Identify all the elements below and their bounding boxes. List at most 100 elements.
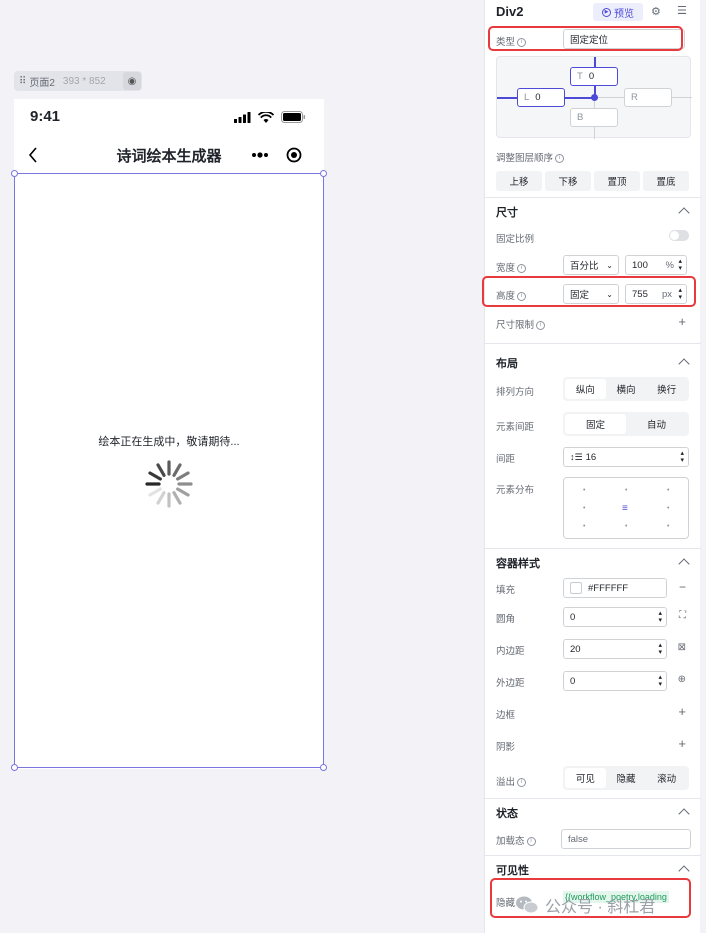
right-offset-input[interactable]: R — [624, 88, 672, 107]
spinner-ray — [176, 471, 190, 481]
wifi-icon — [258, 111, 274, 123]
direction-wrap[interactable]: 换行 — [646, 379, 687, 399]
stepper-icon: ▴ ▾ — [658, 674, 662, 688]
width-mode-select[interactable]: 百分比 ⌄ — [563, 255, 619, 275]
collapse-panel-icon[interactable]: ☰ — [677, 4, 687, 17]
status-time: 9:41 — [30, 108, 61, 125]
wechat-logo-icon — [516, 896, 539, 914]
info-icon: i — [517, 37, 527, 47]
gap-label: 间距 — [496, 454, 516, 465]
fixed-ratio-label: 固定比例 — [496, 234, 535, 245]
distribution-grid[interactable]: • • • • ≡ • • • • — [563, 477, 689, 539]
preview-eye-icon[interactable]: ◉ — [123, 72, 141, 90]
bottom-offset-input[interactable]: B — [570, 108, 618, 127]
height-value-input[interactable]: 755 px ▴ ▾ — [625, 284, 687, 304]
radius-input[interactable]: 0 ▴ ▾ — [563, 607, 667, 627]
fixed-ratio-toggle[interactable] — [669, 230, 689, 241]
collapse-visibility-icon[interactable] — [678, 865, 690, 877]
watermark: 公众号 · 斜杠君 — [515, 893, 655, 917]
component-title: Div2 — [496, 4, 524, 19]
watermark-text: 公众号 · 斜杠君 — [545, 899, 656, 916]
distribution-label: 元素分布 — [496, 485, 535, 496]
overflow-label: 溢出 i — [496, 774, 527, 788]
type-select[interactable]: 固定定位 — [563, 29, 685, 49]
margin-input[interactable]: 0 ▴ ▾ — [563, 671, 667, 691]
spinner-ray — [156, 491, 166, 505]
size-limit-label: 尺寸限制 i — [496, 317, 546, 331]
bring-to-front-button[interactable]: 置顶 — [594, 171, 640, 191]
border-label: 边框 — [496, 710, 516, 721]
type-label: 类型 i — [496, 34, 527, 48]
send-to-back-button[interactable]: 置底 — [643, 171, 689, 191]
move-down-button[interactable]: 下移 — [545, 171, 591, 191]
properties-panel: Div2 ▶ 预览 ⚙ ☰ 类型 i 固定定位 T0 L0 R B 调整图层顺序 i… — [482, 0, 701, 933]
preview-label: 预览 — [614, 8, 634, 20]
margin-label: 外边距 — [496, 678, 525, 689]
settings-gear-icon[interactable]: ⚙ — [651, 5, 661, 18]
margin-sides-icon[interactable]: ⊕ — [678, 674, 686, 685]
overflow-scroll[interactable]: 滚动 — [646, 768, 687, 788]
page-name: 页面2 — [29, 77, 55, 89]
collapse-layout-icon[interactable] — [678, 358, 690, 370]
padding-label: 内边距 — [496, 646, 525, 657]
direction-vertical[interactable]: 纵向 — [565, 379, 606, 399]
resize-handle-tl[interactable] — [11, 170, 18, 177]
add-size-limit-icon[interactable]: + — [678, 314, 686, 329]
add-border-icon[interactable]: + — [678, 704, 686, 719]
padding-input[interactable]: 20 ▴ ▾ — [563, 639, 667, 659]
height-mode-select[interactable]: 固定 ⌄ — [563, 284, 619, 304]
chevron-down-icon: ⌄ — [606, 289, 613, 299]
collapse-size-icon[interactable] — [678, 207, 690, 219]
resize-handle-bl[interactable] — [11, 764, 18, 771]
left-offset-input[interactable]: L0 — [517, 88, 565, 107]
more-dots-icon[interactable] — [251, 152, 269, 158]
direction-segment: 纵向 横向 换行 — [563, 377, 689, 401]
direction-horizontal[interactable]: 横向 — [606, 379, 647, 399]
page-size: 393 * 852 — [62, 75, 106, 87]
preview-button[interactable]: ▶ 预览 — [593, 3, 643, 21]
add-shadow-icon[interactable]: + — [678, 736, 686, 751]
size-section-title: 尺寸 — [496, 207, 518, 219]
container-section-title: 容器样式 — [496, 558, 540, 570]
remove-fill-icon[interactable]: − — [679, 580, 686, 594]
collapse-state-icon[interactable] — [678, 808, 690, 820]
overflow-hidden[interactable]: 隐藏 — [606, 768, 647, 788]
move-up-button[interactable]: 上移 — [496, 171, 542, 191]
padding-sides-icon[interactable]: ⊠ — [678, 642, 686, 653]
gap-input[interactable]: ↕☰ 16 ▴ ▾ — [563, 447, 689, 467]
spinner-ray — [156, 463, 166, 477]
layout-section-title: 布局 — [496, 358, 518, 370]
mini-program-capsule — [242, 142, 310, 168]
overflow-visible[interactable]: 可见 — [565, 768, 606, 788]
loading-spinner-icon — [145, 460, 193, 508]
gap-mode-label: 元素间距 — [496, 422, 535, 433]
loading-state-input[interactable]: false — [561, 829, 691, 849]
collapse-container-icon[interactable] — [678, 558, 690, 570]
play-icon: ▶ — [602, 7, 611, 17]
color-swatch — [570, 582, 582, 594]
page-tag[interactable]: ⠿ 页面2 393 * 852 ◉ — [14, 71, 142, 91]
hide-label: 隐藏 — [496, 898, 516, 909]
resize-handle-tr[interactable] — [320, 170, 327, 177]
loading-text: 绘本正在生成中，敬请期待... — [98, 436, 240, 448]
close-target-icon[interactable] — [286, 147, 302, 163]
fill-color-input[interactable]: #FFFFFF — [563, 578, 667, 598]
signal-icon — [234, 111, 251, 123]
width-value-input[interactable]: 100% ▴ ▾ — [625, 255, 687, 275]
gap-mode-segment: 固定 自动 — [563, 412, 689, 436]
gap-mode-fixed[interactable]: 固定 — [565, 414, 626, 434]
layer-order-label: 调整图层顺序 i — [496, 150, 565, 164]
spinner-ray — [172, 463, 182, 477]
distribution-center-icon: ≡ — [622, 503, 628, 514]
gap-mode-auto[interactable]: 自动 — [626, 414, 687, 434]
stepper-icon: ▴ ▾ — [680, 450, 684, 464]
nav-bar: 诗词绘本生成器 — [14, 137, 324, 173]
spinner-ray — [172, 491, 182, 505]
spinner-ray — [148, 471, 162, 481]
drag-handle-icon[interactable]: ⠿ — [19, 76, 26, 87]
fill-label: 填充 — [496, 585, 516, 596]
battery-icon — [281, 111, 306, 123]
top-offset-input[interactable]: T0 — [570, 67, 618, 86]
radius-corners-icon[interactable]: ⛶ — [679, 610, 686, 621]
resize-handle-br[interactable] — [320, 764, 327, 771]
